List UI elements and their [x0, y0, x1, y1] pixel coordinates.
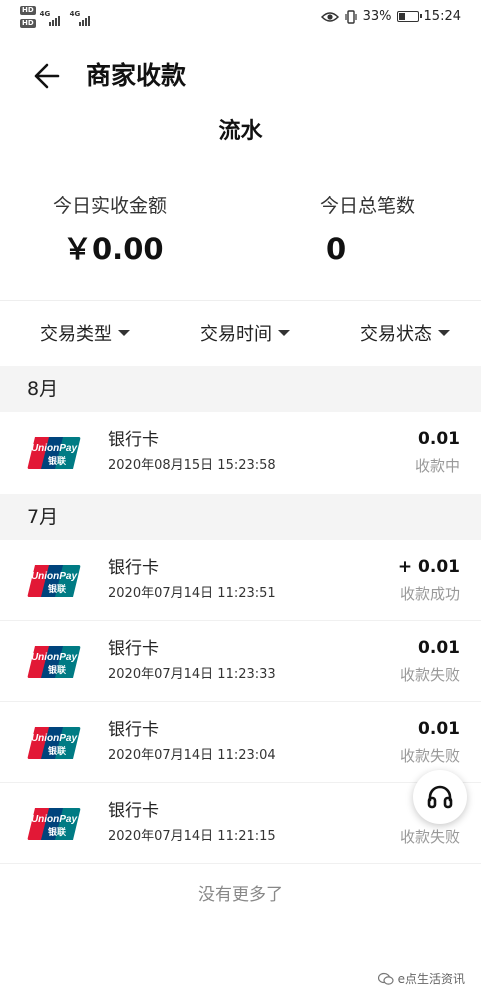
- caret-down-icon: [438, 330, 450, 336]
- month-header: 8月: [0, 366, 481, 412]
- income-label: 今日实收金额: [53, 195, 168, 217]
- transaction-amount: 0.01: [418, 638, 460, 658]
- transaction-time: 2020年07月14日 11:23:33: [108, 667, 276, 682]
- caret-down-icon: [278, 330, 290, 336]
- divider: [0, 300, 481, 301]
- month-header: 7月: [0, 494, 481, 540]
- transaction-row[interactable]: UnionPay 银联 银行卡 2020年07月14日 11:21:15 收款失败: [0, 783, 481, 863]
- svg-text:银联: 银联: [48, 455, 67, 467]
- transaction-status: 收款失败: [399, 747, 460, 765]
- eye-icon: [320, 11, 339, 22]
- filter-bar: 交易类型 交易时间 交易状态: [0, 302, 481, 364]
- transaction-row[interactable]: UnionPay 银联 银行卡 2020年07月14日 11:23:04 0.01…: [0, 702, 481, 782]
- unionpay-logo: UnionPay 银联: [27, 645, 81, 683]
- svg-text:银联: 银联: [48, 745, 67, 757]
- page-title: 商家收款: [86, 61, 187, 90]
- svg-text:UnionPay: UnionPay: [31, 733, 78, 744]
- headset-icon: [427, 785, 453, 809]
- watermark-text: e点生活资讯: [397, 972, 465, 986]
- caret-down-icon: [118, 330, 130, 336]
- payment-method: 银行卡: [108, 801, 159, 821]
- svg-text:UnionPay: UnionPay: [31, 443, 78, 454]
- payment-method: 银行卡: [108, 558, 159, 578]
- transaction-status: 收款失败: [399, 666, 460, 684]
- transaction-row[interactable]: UnionPay 银联 银行卡 2020年07月14日 11:23:51 + 0.…: [0, 540, 481, 620]
- merchant-payment-page: HD HD 4G 4G 33% 15:24 商家收款 流水 今日实收金额 ￥0.…: [0, 0, 481, 1000]
- svg-text:UnionPay: UnionPay: [31, 652, 78, 663]
- app-header: 商家收款: [0, 50, 481, 104]
- no-more-text: 没有更多了: [198, 885, 283, 905]
- payment-method: 银行卡: [108, 639, 159, 659]
- back-arrow-icon: [34, 63, 60, 89]
- status-bar: HD HD 4G 4G 33% 15:24: [0, 0, 481, 38]
- hd-badge: HD: [20, 6, 36, 15]
- wechat-icon: [377, 972, 394, 985]
- customer-service-button[interactable]: [413, 770, 467, 824]
- battery-percent: 33%: [362, 9, 392, 24]
- transaction-time: 2020年08月15日 15:23:58: [108, 458, 276, 473]
- hd-badge: HD: [20, 19, 36, 28]
- today-summary: 今日实收金额 ￥0.00 今日总笔数 0: [0, 190, 481, 280]
- count-label: 今日总笔数: [320, 195, 416, 217]
- payment-method: 银行卡: [108, 430, 159, 450]
- transaction-status: 收款失败: [399, 828, 460, 846]
- svg-text:UnionPay: UnionPay: [31, 814, 78, 825]
- unionpay-logo: UnionPay 银联: [27, 726, 81, 764]
- svg-text:银联: 银联: [48, 826, 67, 838]
- count-value: 0: [326, 232, 347, 266]
- income-value: ￥0.00: [63, 232, 164, 266]
- payment-method: 银行卡: [108, 720, 159, 740]
- filter-label: 交易状态: [360, 324, 432, 345]
- transaction-time: 2020年07月14日 11:23:51: [108, 586, 276, 601]
- clock: 15:24: [423, 9, 461, 24]
- signal-icon: 4G: [70, 6, 96, 28]
- svg-text:银联: 银联: [48, 664, 67, 676]
- transaction-row[interactable]: UnionPay 银联 银行卡 2020年07月14日 11:23:33 0.01…: [0, 621, 481, 701]
- signal-icon: 4G: [40, 6, 66, 28]
- svg-text:银联: 银联: [48, 583, 67, 595]
- section-title: 流水: [218, 119, 263, 144]
- filter-label: 交易时间: [200, 324, 272, 345]
- watermark: e点生活资讯: [377, 970, 465, 987]
- transaction-time: 2020年07月14日 11:21:15: [108, 829, 276, 844]
- svg-text:UnionPay: UnionPay: [31, 571, 78, 582]
- filter-label: 交易类型: [40, 324, 112, 345]
- transaction-time: 2020年07月14日 11:23:04: [108, 748, 276, 763]
- transaction-amount: 0.01: [418, 719, 460, 739]
- filter-transaction-time[interactable]: 交易时间: [200, 320, 290, 346]
- back-button[interactable]: [28, 60, 64, 92]
- unionpay-logo: UnionPay 银联: [27, 807, 81, 845]
- network-indicators: HD HD 4G 4G: [20, 6, 96, 28]
- battery-icon: [396, 11, 422, 22]
- transaction-status: 收款中: [414, 457, 460, 475]
- transaction-amount: + 0.01: [397, 557, 460, 577]
- vibrate-icon: [345, 9, 357, 24]
- transaction-row[interactable]: UnionPay 银联 银行卡 2020年08月15日 15:23:58 0.01…: [0, 412, 481, 492]
- transaction-status: 收款成功: [399, 585, 460, 603]
- unionpay-logo: UnionPay 银联: [27, 564, 81, 602]
- filter-transaction-type[interactable]: 交易类型: [40, 320, 130, 346]
- row-divider: [0, 863, 481, 864]
- transaction-amount: 0.01: [418, 429, 460, 449]
- filter-transaction-status[interactable]: 交易状态: [360, 320, 450, 346]
- unionpay-logo: UnionPay 银联: [27, 436, 81, 474]
